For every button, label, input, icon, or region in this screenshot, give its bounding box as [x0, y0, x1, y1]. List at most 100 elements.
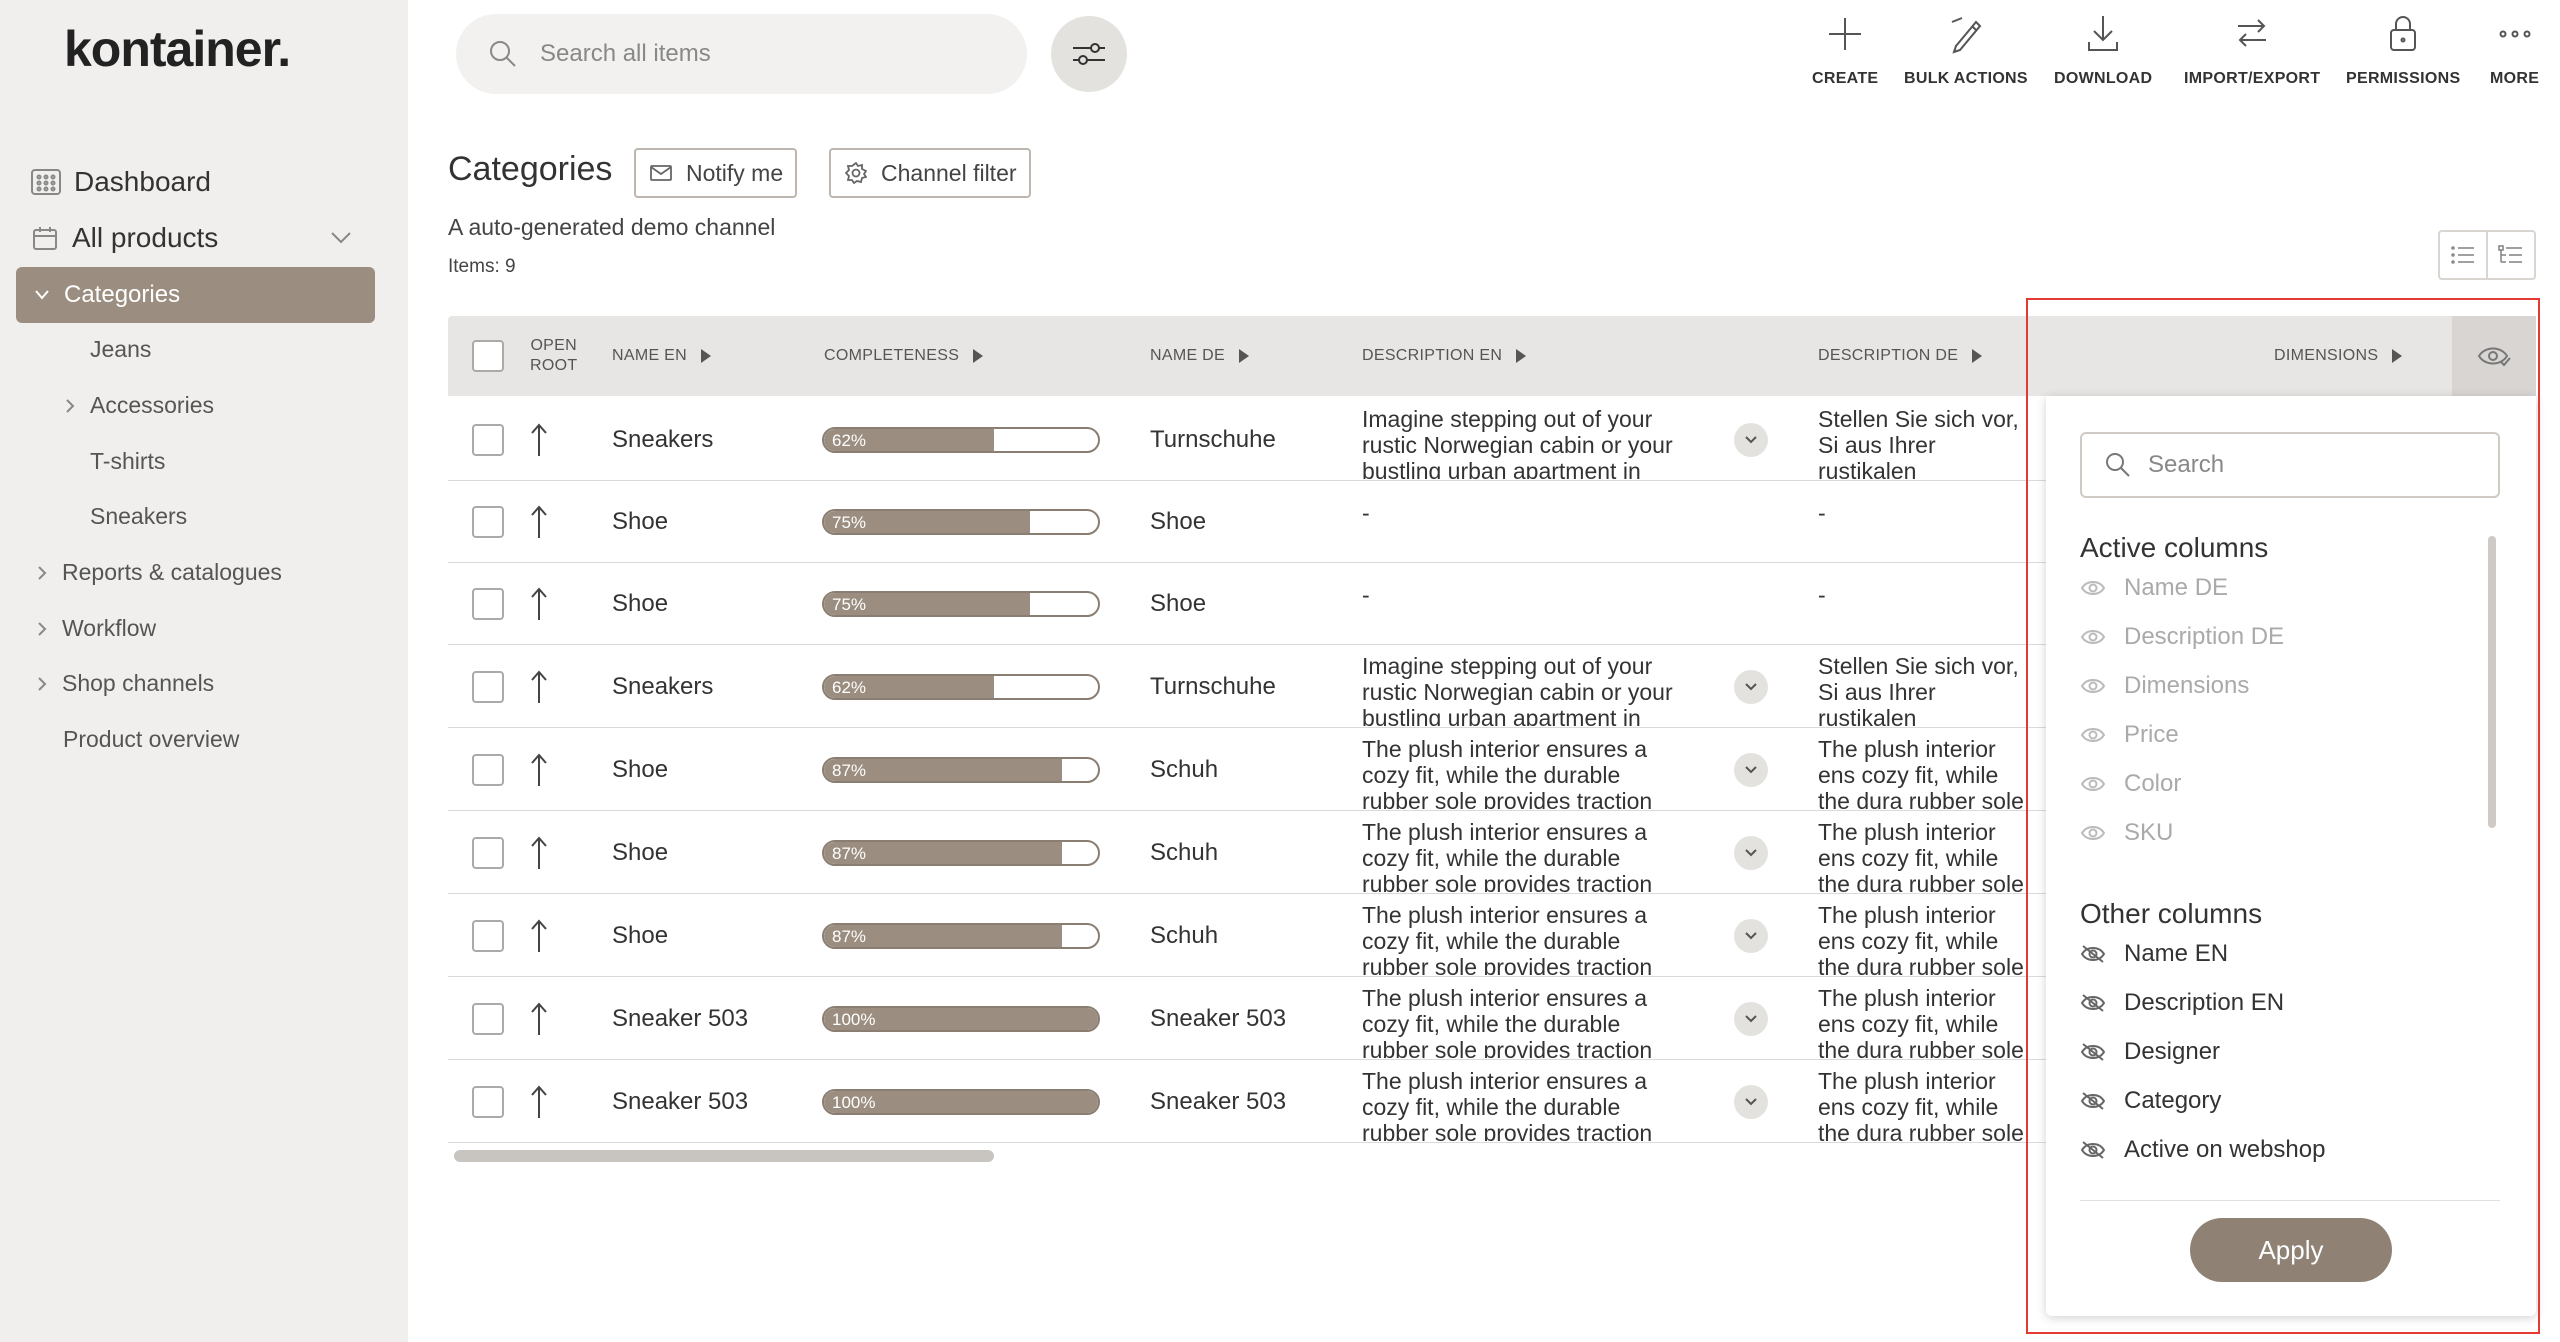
cell-description-en[interactable]: - — [1362, 500, 1682, 572]
expand-description-button[interactable] — [1734, 1001, 1768, 1036]
column-header-name-de[interactable]: NAME DE — [1150, 316, 1249, 396]
row-checkbox[interactable] — [472, 836, 504, 869]
active-column-item[interactable]: Dimensions — [2080, 672, 2249, 700]
sidebar-item-all-products[interactable]: All products — [32, 222, 352, 254]
sidebar-item-dashboard[interactable]: Dashboard — [30, 166, 211, 198]
column-header-dimensions[interactable]: DIMENSIONS — [2274, 316, 2403, 396]
expand-description-button[interactable] — [1734, 1084, 1768, 1119]
download-button[interactable]: DOWNLOAD — [2054, 12, 2152, 88]
permissions-button[interactable]: PERMISSIONS — [2346, 12, 2460, 88]
cell-description-en[interactable]: - — [1362, 582, 1682, 654]
cell-description-de[interactable]: - — [1818, 500, 2034, 572]
more-button[interactable]: MORE — [2490, 12, 2539, 88]
other-column-item[interactable]: Name EN — [2080, 940, 2228, 968]
cell-description-de[interactable]: The plush interior ens cozy fit, while t… — [1818, 819, 2034, 892]
open-root-button[interactable] — [528, 669, 550, 705]
cell-description-de[interactable]: The plush interior ens cozy fit, while t… — [1818, 736, 2034, 809]
column-header-completeness[interactable]: COMPLETENESS — [824, 316, 984, 396]
chevron-down-icon[interactable] — [330, 231, 352, 245]
expand-description-button[interactable] — [1734, 752, 1768, 787]
column-search-input[interactable]: Search — [2080, 432, 2500, 498]
notify-me-button[interactable]: Notify me — [634, 148, 798, 198]
channel-filter-button[interactable]: Channel filter — [829, 148, 1031, 198]
open-root-button[interactable] — [528, 1001, 550, 1037]
open-root-button[interactable] — [528, 586, 550, 622]
cell-name-en[interactable]: Shoe — [612, 508, 668, 536]
other-column-item[interactable]: Active on webshop — [2080, 1136, 2325, 1164]
open-root-button[interactable] — [528, 422, 550, 458]
open-root-button[interactable] — [528, 1084, 550, 1120]
other-column-item[interactable]: Description EN — [2080, 989, 2284, 1017]
active-column-item[interactable]: Color — [2080, 770, 2181, 798]
row-checkbox[interactable] — [472, 1002, 504, 1035]
cell-name-de[interactable]: Schuh — [1150, 922, 1218, 950]
sidebar-item-product-overview[interactable]: Product overview — [63, 726, 239, 753]
cell-description-en[interactable]: The plush interior ensures a cozy fit, w… — [1362, 819, 1682, 892]
row-checkbox[interactable] — [472, 506, 504, 538]
global-search[interactable]: Search all items — [456, 14, 1027, 94]
cell-name-en[interactable]: Shoe — [612, 590, 668, 618]
cell-name-de[interactable]: Shoe — [1150, 508, 1206, 536]
sidebar-item-accessories[interactable]: Accessories — [64, 392, 214, 419]
column-header-description-en[interactable]: DESCRIPTION EN — [1362, 316, 1527, 396]
cell-name-en[interactable]: Sneakers — [612, 673, 713, 701]
cell-description-en[interactable]: The plush interior ensures a cozy fit, w… — [1362, 1068, 1682, 1141]
row-checkbox[interactable] — [472, 753, 504, 786]
cell-name-en[interactable]: Sneakers — [612, 426, 713, 454]
import-export-button[interactable]: IMPORT/EXPORT — [2184, 12, 2320, 88]
column-visibility-toggle[interactable] — [2452, 316, 2536, 396]
active-column-item[interactable]: Name DE — [2080, 574, 2228, 602]
active-column-item[interactable]: Description DE — [2080, 623, 2284, 651]
sidebar-item-workflow[interactable]: Workflow — [36, 615, 156, 642]
cell-description-en[interactable]: Imagine stepping out of your rustic Norw… — [1362, 406, 1682, 479]
sidebar-item-reports[interactable]: Reports & catalogues — [36, 559, 282, 586]
list-view-button[interactable] — [2440, 232, 2486, 278]
expand-description-button[interactable] — [1734, 422, 1768, 457]
create-button[interactable]: CREATE — [1812, 12, 1878, 88]
cell-name-de[interactable]: Turnschuhe — [1150, 673, 1276, 701]
cell-name-de[interactable]: Turnschuhe — [1150, 426, 1276, 454]
cell-name-en[interactable]: Shoe — [612, 922, 668, 950]
cell-name-en[interactable]: Shoe — [612, 756, 668, 784]
apply-button[interactable]: Apply — [2190, 1218, 2392, 1282]
other-column-item[interactable]: Category — [2080, 1087, 2221, 1115]
cell-description-de[interactable]: Stellen Sie sich vor, Si aus Ihrer rusti… — [1818, 406, 2034, 479]
active-column-item[interactable]: Price — [2080, 721, 2179, 749]
cell-description-en[interactable]: The plush interior ensures a cozy fit, w… — [1362, 902, 1682, 975]
other-column-item[interactable]: Designer — [2080, 1038, 2220, 1066]
popup-scrollbar[interactable] — [2488, 536, 2496, 828]
scrollbar-thumb[interactable] — [454, 1150, 994, 1162]
bulk-actions-button[interactable]: BULK ACTIONS — [1904, 12, 2028, 88]
cell-name-de[interactable]: Sneaker 503 — [1150, 1088, 1286, 1116]
sidebar-item-sneakers[interactable]: Sneakers — [90, 503, 187, 530]
sidebar-item-categories[interactable]: Categories — [16, 267, 375, 323]
cell-name-en[interactable]: Shoe — [612, 839, 668, 867]
cell-description-de[interactable]: The plush interior ens cozy fit, while t… — [1818, 985, 2034, 1058]
row-checkbox[interactable] — [472, 670, 504, 703]
horizontal-scrollbar[interactable] — [448, 1146, 2030, 1166]
cell-name-en[interactable]: Sneaker 503 — [612, 1005, 748, 1033]
cell-description-de[interactable]: - — [1818, 582, 2034, 654]
cell-description-en[interactable]: Imagine stepping out of your rustic Norw… — [1362, 653, 1682, 726]
open-root-button[interactable] — [528, 504, 550, 540]
expand-description-button[interactable] — [1734, 835, 1768, 870]
select-all-checkbox[interactable] — [472, 340, 504, 372]
tree-view-button[interactable] — [2486, 232, 2534, 278]
row-checkbox[interactable] — [472, 919, 504, 952]
sidebar-item-tshirts[interactable]: T-shirts — [90, 448, 165, 475]
expand-description-button[interactable] — [1734, 918, 1768, 953]
open-root-button[interactable] — [528, 752, 550, 788]
cell-name-de[interactable]: Schuh — [1150, 839, 1218, 867]
cell-description-en[interactable]: The plush interior ensures a cozy fit, w… — [1362, 985, 1682, 1058]
cell-description-de[interactable]: Stellen Sie sich vor, Si aus Ihrer rusti… — [1818, 653, 2034, 726]
expand-description-button[interactable] — [1734, 669, 1768, 704]
open-root-button[interactable] — [528, 835, 550, 871]
cell-description-en[interactable]: The plush interior ensures a cozy fit, w… — [1362, 736, 1682, 809]
row-checkbox[interactable] — [472, 588, 504, 620]
cell-name-de[interactable]: Schuh — [1150, 756, 1218, 784]
open-root-button[interactable] — [528, 918, 550, 954]
cell-name-de[interactable]: Sneaker 503 — [1150, 1005, 1286, 1033]
sidebar-item-shop-channels[interactable]: Shop channels — [36, 670, 214, 697]
kontainer-logo[interactable]: kontainer. — [64, 20, 291, 78]
cell-name-en[interactable]: Sneaker 503 — [612, 1088, 748, 1116]
